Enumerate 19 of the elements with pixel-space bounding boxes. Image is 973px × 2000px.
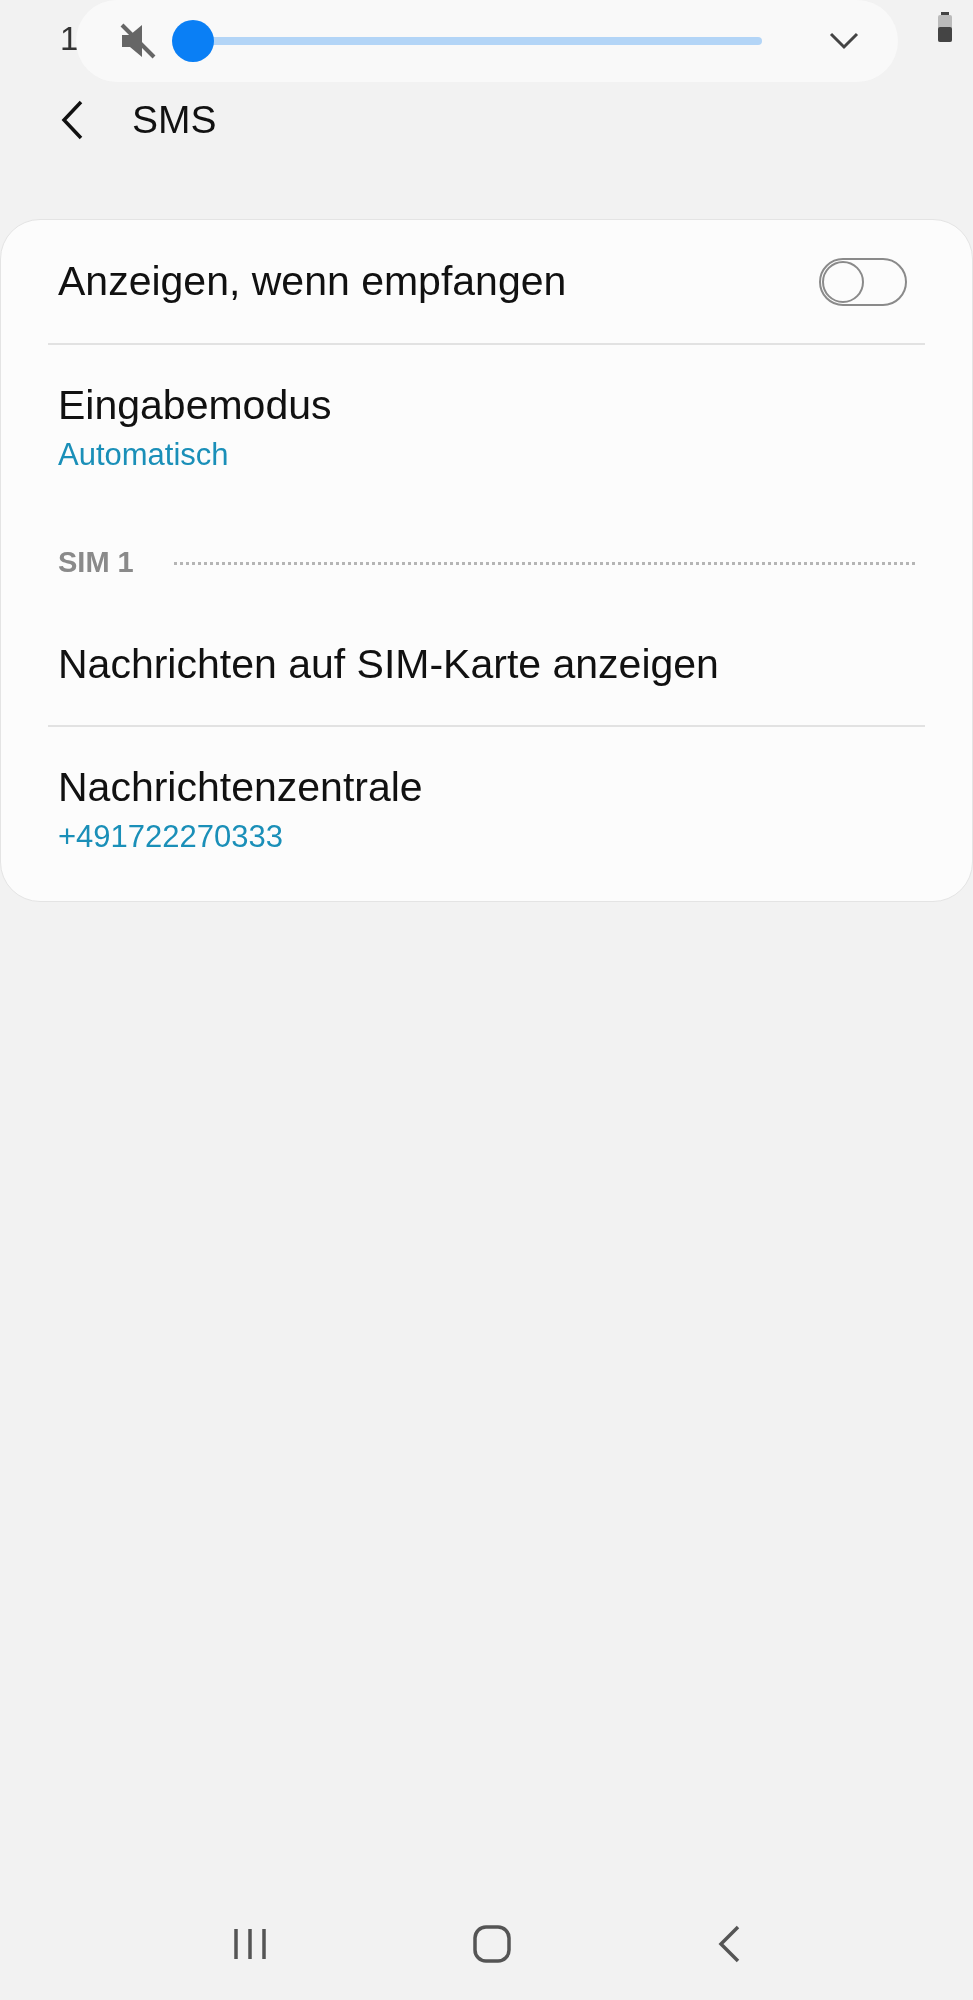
- status-time: 1: [60, 19, 79, 59]
- battery-icon: [937, 12, 953, 42]
- section-header: SIM 1: [58, 545, 134, 581]
- setting-title[interactable]: Anzeigen, wenn empfangen: [58, 250, 567, 313]
- volume-thumb[interactable]: [172, 20, 214, 62]
- speaker-muted-icon: [118, 21, 158, 61]
- volume-slider[interactable]: [172, 19, 762, 63]
- home-icon: [473, 1925, 512, 1963]
- setting-value: Automatisch: [58, 436, 230, 474]
- page-title: SMS: [132, 96, 217, 143]
- setting-title[interactable]: Eingabemodus: [58, 380, 915, 430]
- chevron-down-icon: [829, 32, 859, 50]
- setting-value: +491722270333: [58, 818, 284, 856]
- recent-apps-icon: [233, 1927, 268, 1961]
- setting-title[interactable]: Nachrichten auf SIM-Karte anzeigen: [58, 639, 915, 689]
- toggle-switch[interactable]: [819, 257, 907, 306]
- setting-title[interactable]: Nachrichtenzentrale: [58, 762, 915, 812]
- back-icon: [61, 100, 83, 140]
- back-icon: [717, 1925, 740, 1963]
